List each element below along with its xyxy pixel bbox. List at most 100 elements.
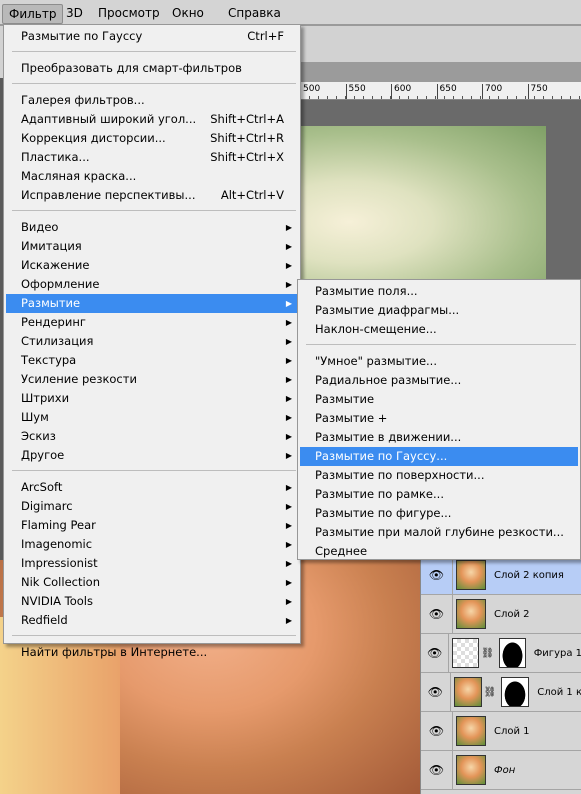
layer-name[interactable]: Слой 2 <box>494 609 530 620</box>
menu-item[interactable]: Размытие в движении... <box>300 428 578 447</box>
menu-item[interactable]: Imagenomic ▶ <box>6 535 298 554</box>
menu-4[interactable]: Справка <box>222 4 287 24</box>
menu-item-label: "Умное" размытие... <box>315 354 437 368</box>
menu-3[interactable]: Окно <box>166 4 210 24</box>
menu-item[interactable]: "Умное" размытие... <box>300 352 578 371</box>
canvas-image <box>300 126 546 286</box>
eye-visibility-icon[interactable]: 👁 <box>421 711 453 751</box>
submenu-arrow-icon: ▶ <box>285 375 292 384</box>
menu-item-shortcut: Alt+Ctrl+V <box>220 188 284 202</box>
menu-item-label: Шум <box>21 410 49 424</box>
menu-item-label: Галерея фильтров... <box>21 93 145 107</box>
menu-item[interactable]: Размытие диафрагмы... <box>300 301 578 320</box>
menu-item[interactable]: Nik Collection ▶ <box>6 573 298 592</box>
menu-item[interactable]: NVIDIA Tools ▶ <box>6 592 298 611</box>
menu-item[interactable]: Коррекция дисторсии... Shift+Ctrl+R <box>6 129 298 148</box>
layer-name[interactable]: Слой 1 <box>494 726 530 737</box>
menu-item[interactable]: ArcSoft ▶ <box>6 478 298 497</box>
menu-item[interactable]: Искажение ▶ <box>6 256 298 275</box>
layer-row[interactable]: 👁 ⛓ Фигура 1 <box>421 633 581 673</box>
menu-0[interactable]: Фильтр <box>2 4 64 24</box>
menu-item[interactable]: Преобразовать для смарт-фильтров <box>6 59 298 78</box>
layer-name[interactable]: Фигура 1 <box>534 648 581 659</box>
menu-item[interactable]: Усиление резкости ▶ <box>6 370 298 389</box>
menu-item[interactable]: Имитация ▶ <box>6 237 298 256</box>
menu-item-label: Текстура <box>21 353 77 367</box>
eye-visibility-icon[interactable]: 👁 <box>421 633 450 673</box>
menu-item[interactable]: Размытие поля... <box>300 282 578 301</box>
menu-item[interactable]: Адаптивный широкий угол... Shift+Ctrl+A <box>6 110 298 129</box>
menu-item[interactable]: Стилизация ▶ <box>6 332 298 351</box>
eye-visibility-icon[interactable]: 👁 <box>421 555 453 595</box>
menu-item[interactable]: Impressionist ▶ <box>6 554 298 573</box>
menu-bar: Фильтр 3D Просмотр Окно Справка <box>0 0 581 26</box>
layer-name[interactable]: Слой 1 к <box>537 687 581 698</box>
menu-item[interactable]: Рендеринг ▶ <box>6 313 298 332</box>
menu-separator <box>12 51 296 52</box>
menu-item[interactable]: Размытие при малой глубине резкости... <box>300 523 578 542</box>
menu-item[interactable]: Digimarc ▶ <box>6 497 298 516</box>
menu-2[interactable]: Просмотр <box>92 4 166 24</box>
menu-item[interactable]: Размытие по Гауссу... <box>300 447 578 466</box>
layer-row[interactable]: 👁 Слой 2 копия <box>421 555 581 595</box>
menu-item-label: ArcSoft <box>21 480 63 494</box>
menu-item[interactable]: Среднее <box>300 542 578 561</box>
layer-thumbnail <box>453 677 482 707</box>
menu-item-label: Flaming Pear <box>21 518 96 532</box>
menu-item[interactable]: Шум ▶ <box>6 408 298 427</box>
menu-item[interactable]: Размытие + <box>300 409 578 428</box>
menu-item[interactable]: Размытие по фигуре... <box>300 504 578 523</box>
menu-separator <box>306 344 576 345</box>
menu-1[interactable]: 3D <box>60 4 89 24</box>
layer-row[interactable]: 👁 ⛓ Слой 1 к <box>421 672 581 712</box>
menu-separator <box>12 635 296 636</box>
menu-item[interactable]: Размытие по рамке... <box>300 485 578 504</box>
layer-name[interactable]: Слой 2 копия <box>494 570 564 581</box>
eye-visibility-icon[interactable]: 👁 <box>421 750 453 790</box>
menu-item[interactable]: Радиальное размытие... <box>300 371 578 390</box>
menu-item-label: Nik Collection <box>21 575 100 589</box>
menu-item[interactable]: Найти фильтры в Интернете... <box>6 643 298 662</box>
menu-item[interactable]: Оформление ▶ <box>6 275 298 294</box>
submenu-arrow-icon: ▶ <box>285 432 292 441</box>
menu-item[interactable]: Наклон-смещение... <box>300 320 578 339</box>
submenu-arrow-icon: ▶ <box>285 616 292 625</box>
ruler-label: 600 <box>391 84 411 99</box>
menu-item-label: Размытие <box>315 392 375 406</box>
menu-item[interactable]: Flaming Pear ▶ <box>6 516 298 535</box>
menu-item[interactable]: Масляная краска... <box>6 167 298 186</box>
layer-row[interactable]: 👁 Слой 2 <box>421 594 581 634</box>
layer-name[interactable]: Фон <box>494 765 515 776</box>
menu-item[interactable]: Штрихи ▶ <box>6 389 298 408</box>
layer-thumbnail <box>456 599 486 629</box>
menu-item-label: Imagenomic <box>21 537 93 551</box>
menu-item-label: Наклон-смещение... <box>315 322 437 336</box>
menu-item[interactable]: Размытие по поверхности... <box>300 466 578 485</box>
link-chain-icon[interactable]: ⛓ <box>481 648 494 659</box>
menu-item-label: Штрихи <box>21 391 70 405</box>
menu-item-label: Размытие по фигуре... <box>315 506 452 520</box>
eye-visibility-icon[interactable]: 👁 <box>421 672 451 712</box>
menu-item[interactable]: Размытие <box>300 390 578 409</box>
menu-item-label: Размытие по Гауссу <box>21 29 143 43</box>
menu-item-label: Размытие в движении... <box>315 430 462 444</box>
menu-item[interactable]: Размытие ▶ <box>6 294 298 313</box>
menu-item[interactable]: Эскиз ▶ <box>6 427 298 446</box>
menu-item-label: Среднее <box>315 544 368 558</box>
menu-item[interactable]: Текстура ▶ <box>6 351 298 370</box>
menu-item[interactable]: Исправление перспективы... Alt+Ctrl+V <box>6 186 298 205</box>
menu-item[interactable]: Галерея фильтров... <box>6 91 298 110</box>
layer-row[interactable]: 👁 Слой 1 <box>421 711 581 751</box>
menu-item[interactable]: Размытие по Гауссу Ctrl+F <box>6 27 298 46</box>
menu-item[interactable]: Другое ▶ <box>6 446 298 465</box>
menu-item[interactable]: Пластика... Shift+Ctrl+X <box>6 148 298 167</box>
menu-separator <box>12 470 296 471</box>
ruler-label: 650 <box>436 84 457 99</box>
eye-visibility-icon[interactable]: 👁 <box>421 594 453 634</box>
menu-item[interactable]: Видео ▶ <box>6 218 298 237</box>
menu-item-label: Эскиз <box>21 429 56 443</box>
menu-item[interactable]: Redfield ▶ <box>6 611 298 630</box>
submenu-arrow-icon: ▶ <box>285 299 292 308</box>
layer-row[interactable]: 👁 Фон <box>421 750 581 790</box>
link-chain-icon[interactable]: ⛓ <box>484 687 497 698</box>
